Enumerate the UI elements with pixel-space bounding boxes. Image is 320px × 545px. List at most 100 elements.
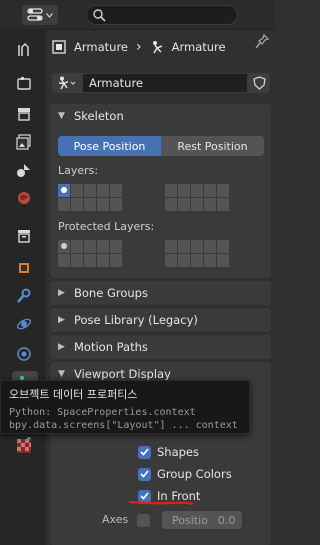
tab-physics[interactable] xyxy=(14,314,34,334)
protected-layer-button[interactable] xyxy=(58,240,70,253)
protected-layer-button[interactable] xyxy=(84,240,96,253)
chevron-right-icon: › xyxy=(136,39,142,55)
tab-render[interactable] xyxy=(14,74,34,94)
group-colors-checkbox-row[interactable]: Group Colors xyxy=(138,466,232,482)
search-input[interactable] xyxy=(86,5,238,25)
protected-layer-button[interactable] xyxy=(165,254,177,267)
tab-constraints[interactable] xyxy=(14,344,34,364)
shapes-checkbox[interactable] xyxy=(138,445,151,459)
pose-position-button[interactable]: Pose Position xyxy=(58,136,161,156)
armature-icon xyxy=(152,41,162,54)
protected-layer-button[interactable] xyxy=(110,254,122,267)
breadcrumb: Armature › Armature xyxy=(52,36,272,58)
tab-texture[interactable] xyxy=(14,436,34,456)
pose-library-panel-header[interactable]: ▶ Pose Library (Legacy) xyxy=(50,308,271,332)
layer-button[interactable] xyxy=(217,184,229,197)
layer-button[interactable] xyxy=(71,184,83,197)
protected-layer-button[interactable] xyxy=(97,240,109,253)
tab-object[interactable] xyxy=(14,258,34,278)
bone-groups-panel[interactable]: ▶ Bone Groups xyxy=(50,281,271,305)
datablock-browse-button[interactable] xyxy=(52,73,82,93)
protected-layer-button[interactable] xyxy=(71,254,83,267)
protected-layer-button[interactable] xyxy=(204,254,216,267)
axes-checkbox[interactable] xyxy=(137,514,150,527)
layer-button[interactable] xyxy=(204,184,216,197)
axes-position-value: 0.0 xyxy=(217,513,236,527)
axes-label: Axes xyxy=(102,513,129,526)
rest-position-button[interactable]: Rest Position xyxy=(161,136,264,156)
chevron-right-icon: ▶ xyxy=(58,315,65,325)
tab-scene[interactable] xyxy=(14,160,34,180)
skeleton-panel: ▼ Skeleton Pose Position Rest Position L… xyxy=(50,104,271,278)
protected-layers-grid-right xyxy=(165,240,229,267)
tab-collection[interactable] xyxy=(14,226,34,246)
protected-layer-button[interactable] xyxy=(178,254,190,267)
checkmark-icon xyxy=(140,448,149,456)
protected-layer-button[interactable] xyxy=(178,240,190,253)
layer-button[interactable] xyxy=(204,198,216,211)
chevron-down-icon: ▼ xyxy=(58,369,65,379)
protected-layer-button[interactable] xyxy=(165,240,177,253)
layer-button[interactable] xyxy=(58,198,70,211)
axes-position-field[interactable]: Positio 0.0 xyxy=(162,511,242,529)
layer-button[interactable] xyxy=(165,184,177,197)
protected-layer-button[interactable] xyxy=(217,254,229,267)
protected-layer-button[interactable] xyxy=(97,254,109,267)
tool-icon xyxy=(18,42,29,56)
editor-type-button[interactable] xyxy=(22,5,58,25)
breadcrumb-data-name: Armature xyxy=(171,40,226,54)
layer-button[interactable] xyxy=(110,198,122,211)
output-icon xyxy=(18,108,30,121)
pin-icon[interactable] xyxy=(255,34,269,50)
layer-button[interactable] xyxy=(110,184,122,197)
bone-groups-panel-header[interactable]: ▶ Bone Groups xyxy=(50,281,271,305)
motion-paths-panel[interactable]: ▶ Motion Paths xyxy=(50,335,271,359)
layers-grid-left xyxy=(58,184,122,211)
layer-button[interactable] xyxy=(97,184,109,197)
datablock-name-field[interactable]: Armature xyxy=(82,73,248,93)
render-icon xyxy=(17,77,31,90)
layer-button[interactable] xyxy=(191,184,203,197)
protected-layer-button[interactable] xyxy=(217,240,229,253)
layer-button[interactable] xyxy=(178,184,190,197)
protected-layer-button[interactable] xyxy=(191,240,203,253)
viewport-display-title: Viewport Display xyxy=(74,367,171,381)
chevron-down-icon xyxy=(46,12,53,18)
layer-button[interactable] xyxy=(191,198,203,211)
tab-view-layer[interactable] xyxy=(14,132,34,152)
layer-button[interactable] xyxy=(84,184,96,197)
tab-output[interactable] xyxy=(14,104,34,124)
skeleton-panel-header[interactable]: ▼ Skeleton xyxy=(50,104,271,128)
properties-editor-icon xyxy=(27,8,43,21)
constraint-icon xyxy=(17,347,31,361)
layer-button[interactable] xyxy=(71,198,83,211)
texture-checker-icon xyxy=(17,439,31,453)
scene-icon xyxy=(17,164,30,177)
motion-paths-panel-header[interactable]: ▶ Motion Paths xyxy=(50,335,271,359)
protected-layers-label: Protected Layers: xyxy=(58,220,155,233)
layer-button[interactable] xyxy=(217,198,229,211)
layer-button[interactable] xyxy=(84,198,96,211)
world-icon xyxy=(18,192,30,204)
layer-button[interactable] xyxy=(165,198,177,211)
shapes-checkbox-row[interactable]: Shapes xyxy=(138,444,199,460)
shield-icon xyxy=(252,76,266,90)
protected-layer-button[interactable] xyxy=(204,240,216,253)
group-colors-checkbox[interactable] xyxy=(138,467,151,481)
chevron-right-icon: ▶ xyxy=(58,342,65,352)
protected-layer-button[interactable] xyxy=(110,240,122,253)
pose-library-panel[interactable]: ▶ Pose Library (Legacy) xyxy=(50,308,271,332)
fake-user-button[interactable] xyxy=(248,73,270,93)
protected-layer-button[interactable] xyxy=(71,240,83,253)
tab-modifiers[interactable] xyxy=(14,286,34,306)
tab-world[interactable] xyxy=(14,188,34,208)
armature-running-icon xyxy=(58,76,76,90)
tooltip-title: 오브젝트 데이터 프로퍼티스 xyxy=(9,388,138,401)
layer-button[interactable] xyxy=(178,198,190,211)
protected-layer-button[interactable] xyxy=(84,254,96,267)
layer-button[interactable] xyxy=(97,198,109,211)
layer-button[interactable] xyxy=(58,184,70,197)
protected-layer-button[interactable] xyxy=(191,254,203,267)
protected-layer-button[interactable] xyxy=(58,254,70,267)
tab-tool[interactable] xyxy=(14,40,34,60)
